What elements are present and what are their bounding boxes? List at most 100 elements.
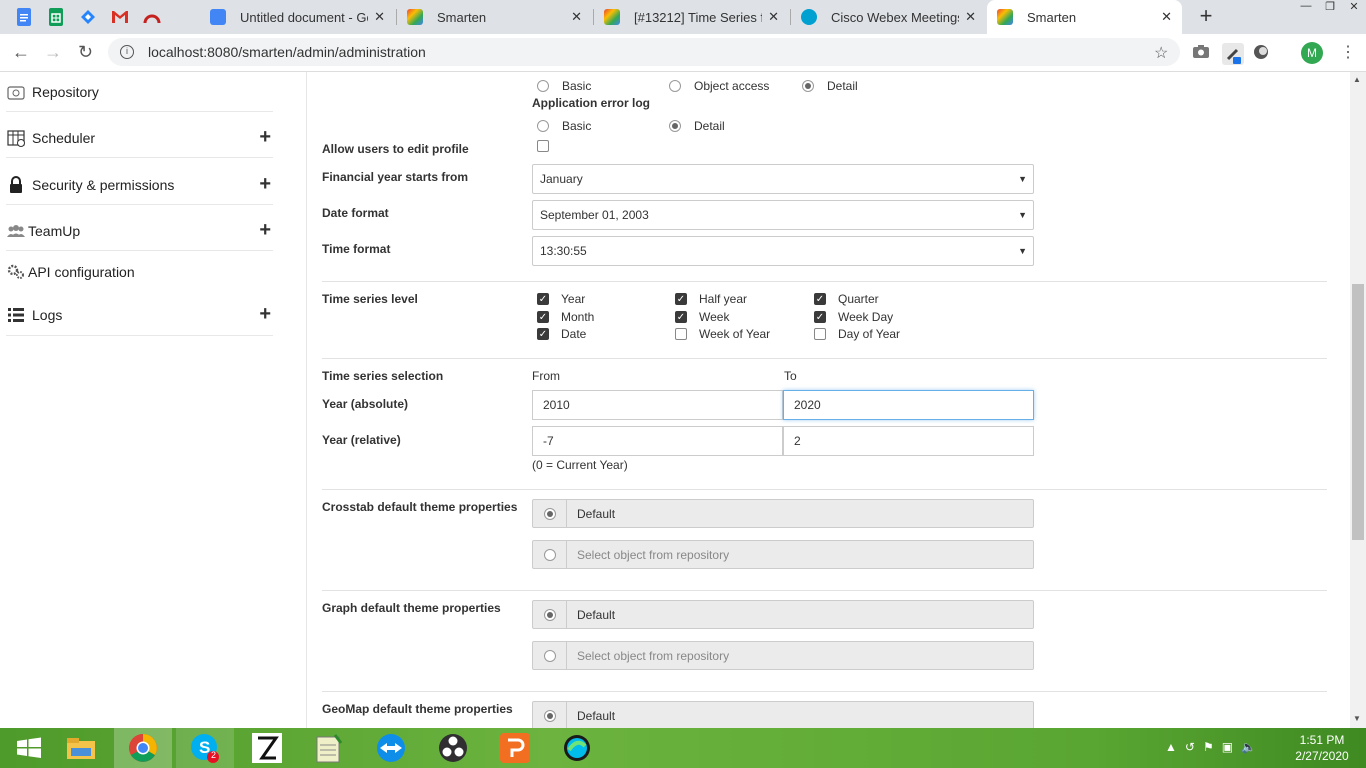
- access-log-detail-radio[interactable]: Detail: [802, 79, 858, 93]
- address-bar[interactable]: i localhost:8080/smarten/admin/administr…: [108, 38, 1180, 66]
- access-log-object-access-radio[interactable]: Object access: [669, 79, 769, 93]
- minimize-icon[interactable]: —: [1294, 0, 1318, 18]
- expand-plus-icon[interactable]: +: [259, 303, 271, 326]
- tab-smarten-active[interactable]: Smarten ✕: [987, 0, 1182, 34]
- close-window-icon[interactable]: ✕: [1342, 0, 1366, 18]
- camera-icon[interactable]: [1192, 43, 1212, 63]
- radio-button[interactable]: [543, 649, 556, 662]
- restore-icon[interactable]: ❐: [1318, 0, 1342, 18]
- circle-extension-icon[interactable]: [1252, 43, 1272, 63]
- file-explorer-icon[interactable]: [52, 728, 110, 768]
- tab-close-icon[interactable]: ✕: [768, 9, 779, 25]
- sidebar-item-security[interactable]: Security & permissions +: [6, 165, 273, 205]
- radio-button[interactable]: [537, 80, 549, 92]
- tab-close-icon[interactable]: ✕: [571, 9, 582, 25]
- date-format-select[interactable]: September 01, 2003 ▼: [532, 200, 1034, 230]
- tab-smarten-1[interactable]: Smarten ✕: [397, 0, 592, 34]
- webex-taskbar-icon[interactable]: [548, 728, 606, 768]
- sidebar-item-teamup[interactable]: TeamUp +: [6, 211, 273, 251]
- presentation-app-icon[interactable]: [486, 728, 544, 768]
- tab-cisco-webex[interactable]: Cisco Webex Meetings ✕: [791, 0, 986, 34]
- back-icon[interactable]: ←: [12, 42, 30, 63]
- sidebar-item-api-configuration[interactable]: API configuration: [6, 252, 273, 292]
- tab-time-series-ticket[interactable]: [#13212] Time Series filte ✕: [594, 0, 789, 34]
- year-absolute-from-input[interactable]: 2010: [532, 390, 783, 420]
- graph-theme-repository-option[interactable]: Select object from repository: [532, 641, 1034, 670]
- graph-theme-default-option[interactable]: Default: [532, 600, 1034, 629]
- tab-close-icon[interactable]: ✕: [965, 9, 976, 25]
- crosstab-theme-default-option[interactable]: Default: [532, 499, 1034, 528]
- radio-button[interactable]: [802, 80, 814, 92]
- sidebar-item-scheduler[interactable]: Scheduler +: [6, 118, 273, 158]
- ts-level-half-year[interactable]: ✓ Half year: [675, 292, 747, 306]
- year-absolute-to-input[interactable]: 2020: [783, 390, 1034, 420]
- geomap-theme-default-option[interactable]: Default: [532, 701, 1034, 728]
- radio-button[interactable]: [669, 120, 681, 132]
- radio-button[interactable]: [543, 608, 556, 621]
- checkbox[interactable]: ✓: [675, 293, 687, 305]
- menu-kebab-icon[interactable]: ⋮: [1340, 42, 1356, 62]
- arc-icon[interactable]: [136, 6, 168, 28]
- checkbox[interactable]: ✓: [814, 293, 826, 305]
- ts-level-week-day[interactable]: ✓ Week Day: [814, 310, 893, 324]
- ts-level-month[interactable]: ✓ Month: [537, 310, 594, 324]
- expand-plus-icon[interactable]: +: [259, 126, 271, 149]
- new-tab-button[interactable]: +: [1193, 4, 1219, 30]
- bookmark-star-icon[interactable]: ☆: [1154, 43, 1168, 63]
- radio-button[interactable]: [537, 120, 549, 132]
- checkbox[interactable]: [537, 140, 549, 152]
- google-docs-icon[interactable]: [8, 6, 40, 28]
- checkbox[interactable]: ✓: [814, 311, 826, 323]
- tab-untitled-document[interactable]: Untitled document - Goo ✕: [200, 0, 395, 34]
- checkbox[interactable]: [675, 328, 687, 340]
- scrollbar-thumb[interactable]: [1352, 284, 1364, 540]
- checkbox[interactable]: ✓: [537, 328, 549, 340]
- radio-button[interactable]: [669, 80, 681, 92]
- scroll-down-arrow-icon[interactable]: ▼: [1353, 714, 1361, 723]
- tray-network-icon[interactable]: ▣: [1222, 740, 1233, 754]
- sidebar-item-repository[interactable]: Repository: [6, 72, 273, 112]
- radio-button[interactable]: [543, 507, 556, 520]
- tab-close-icon[interactable]: ✕: [374, 9, 385, 25]
- gmail-icon[interactable]: [104, 6, 136, 28]
- tray-sync-icon[interactable]: ↺: [1185, 740, 1195, 754]
- scroll-up-arrow-icon[interactable]: ▲: [1353, 75, 1361, 84]
- checkbox[interactable]: ✓: [675, 311, 687, 323]
- sidebar-item-logs[interactable]: Logs +: [6, 294, 273, 336]
- windows-start-icon[interactable]: [0, 728, 58, 768]
- forward-icon[interactable]: →: [44, 42, 62, 63]
- expand-plus-icon[interactable]: +: [259, 173, 271, 196]
- radio-button[interactable]: [543, 709, 556, 722]
- checkbox[interactable]: [814, 328, 826, 340]
- ts-level-day-of-year[interactable]: Day of Year: [814, 327, 900, 341]
- ts-level-date[interactable]: ✓ Date: [537, 327, 586, 341]
- zap-app-icon[interactable]: [238, 728, 296, 768]
- teamviewer-icon[interactable]: [362, 728, 420, 768]
- expand-plus-icon[interactable]: +: [259, 219, 271, 242]
- notepad-app-icon[interactable]: [300, 728, 358, 768]
- ts-level-quarter[interactable]: ✓ Quarter: [814, 292, 879, 306]
- ts-level-week[interactable]: ✓ Week: [675, 310, 729, 324]
- tray-volume-icon[interactable]: 🔈: [1241, 740, 1256, 754]
- obs-studio-icon[interactable]: [424, 728, 482, 768]
- site-info-icon[interactable]: i: [120, 45, 134, 59]
- year-relative-from-input[interactable]: -7: [532, 426, 783, 456]
- crosstab-theme-repository-option[interactable]: Select object from repository: [532, 540, 1034, 569]
- reload-icon[interactable]: ↻: [78, 42, 93, 63]
- checkbox[interactable]: ✓: [537, 311, 549, 323]
- radio-button[interactable]: [543, 548, 556, 561]
- taskbar-clock[interactable]: 1:51 PM 2/27/2020: [1292, 732, 1352, 764]
- time-format-select[interactable]: 13:30:55 ▼: [532, 236, 1034, 266]
- skype-taskbar-icon[interactable]: S2: [176, 728, 234, 768]
- eyedropper-extension-icon[interactable]: [1222, 43, 1244, 65]
- ts-level-week-of-year[interactable]: Week of Year: [675, 327, 770, 341]
- access-log-basic-radio[interactable]: Basic: [537, 79, 591, 93]
- financial-year-select[interactable]: January ▼: [532, 164, 1034, 194]
- checkbox[interactable]: ✓: [537, 293, 549, 305]
- app-error-log-detail-radio[interactable]: Detail: [669, 119, 725, 133]
- tray-flag-icon[interactable]: ⚑: [1203, 740, 1214, 754]
- google-sheets-icon[interactable]: [40, 6, 72, 28]
- chrome-taskbar-icon[interactable]: [114, 728, 172, 768]
- app-error-log-basic-radio[interactable]: Basic: [537, 119, 591, 133]
- year-relative-to-input[interactable]: 2: [783, 426, 1034, 456]
